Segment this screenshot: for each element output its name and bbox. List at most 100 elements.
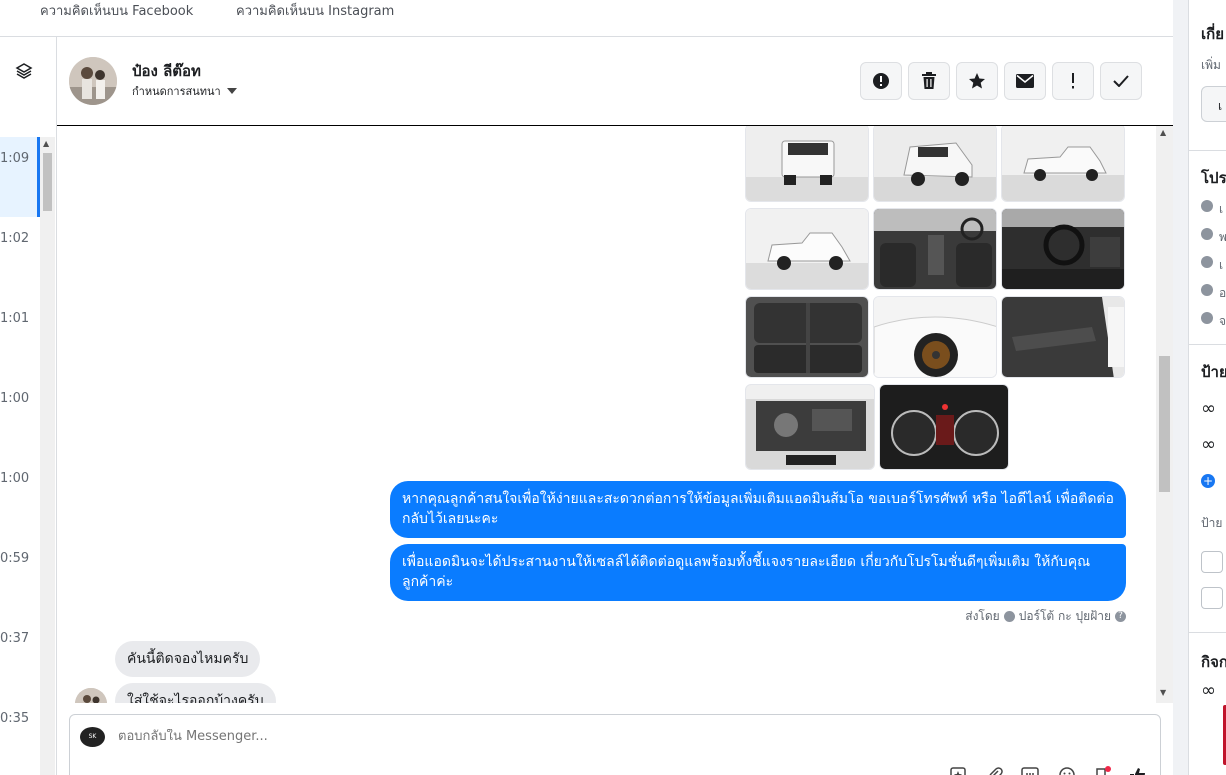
section-divider xyxy=(1189,632,1226,633)
conversation-time[interactable]: 0:35 xyxy=(0,711,29,726)
outgoing-message[interactable]: เพื่อแอดมินจะได้ประสานงานให้เซลล์ได้ติดต… xyxy=(390,544,1126,601)
car-photo-rear-angle[interactable] xyxy=(873,126,997,202)
star-icon xyxy=(969,73,985,89)
contact-name[interactable]: ป๋อง ลีต๊อท xyxy=(132,59,201,83)
section-divider xyxy=(1189,150,1226,151)
page-badge-icon xyxy=(1003,611,1015,622)
car-photo-side[interactable] xyxy=(745,208,869,290)
labels-heading: ป้าย xyxy=(1201,363,1226,381)
caret-down-icon xyxy=(226,88,237,94)
trash-icon xyxy=(922,72,936,89)
meta-icon: ∞ xyxy=(1201,398,1216,419)
location-icon xyxy=(1201,312,1213,324)
label-checkbox[interactable] xyxy=(1201,587,1223,609)
panel-divider xyxy=(1173,0,1188,775)
envelope-icon xyxy=(1016,74,1034,88)
profile-row: จ xyxy=(1219,314,1226,328)
contact-avatar[interactable] xyxy=(69,57,117,105)
profile-row: เ xyxy=(1219,258,1224,272)
profile-heading: โปร xyxy=(1201,169,1226,187)
spam-icon xyxy=(873,73,889,89)
sent-by-line: ส่งโดย ปอร์โต้ กะ ปุยฝ้าย ? xyxy=(965,607,1126,626)
work-icon xyxy=(1201,228,1213,240)
conversation-time[interactable]: 1:02 xyxy=(0,231,29,246)
page-logo: SK xyxy=(80,727,105,747)
mark-spam-button[interactable] xyxy=(860,62,902,100)
exclamation-icon xyxy=(1072,73,1074,89)
clock-icon xyxy=(1201,200,1213,212)
meta-icon: ∞ xyxy=(1201,434,1216,455)
add-details-text: เพิ่ม xyxy=(1201,58,1221,72)
comment-tabs: ความคิดเห็นบน Facebook ความคิดเห็นบน Ins… xyxy=(0,0,1173,37)
layers-icon[interactable] xyxy=(10,57,38,85)
list-scrollbar[interactable]: ▲ xyxy=(40,137,55,775)
activity-heading: กิจก xyxy=(1201,653,1226,671)
app-root: ความคิดเห็นบน Facebook ความคิดเห็นบน Ins… xyxy=(0,0,1226,775)
reply-input[interactable] xyxy=(118,729,818,744)
delete-button[interactable] xyxy=(908,62,950,100)
message-thread: หากคุณลูกค้าสนใจเพื่อให้ง่ายและสะดวกต่อก… xyxy=(57,126,1173,703)
car-photo-wheel[interactable] xyxy=(873,296,997,378)
tab-instagram-comments[interactable]: ความคิดเห็นบน Instagram xyxy=(236,0,394,21)
car-photo-dashboard[interactable] xyxy=(1001,208,1125,290)
assign-conversation-dropdown[interactable]: กำหนดการสนทนา xyxy=(132,82,237,100)
outgoing-message[interactable]: หากคุณลูกค้าสนใจเพื่อให้ง่ายและสะดวกต่อก… xyxy=(390,481,1126,538)
conversation-time[interactable]: 1:00 xyxy=(0,471,29,486)
education-icon xyxy=(1201,256,1213,268)
car-photo-door-panel[interactable] xyxy=(1001,296,1125,378)
incoming-message[interactable]: คันนี้ติดจองไหมครับ xyxy=(115,641,261,677)
selected-conversation[interactable] xyxy=(0,137,40,217)
sender-name: ปอร์โต้ กะ ปุยฝ้าย xyxy=(1018,609,1111,623)
help-icon[interactable]: ? xyxy=(1115,611,1126,622)
star-button[interactable] xyxy=(956,62,998,100)
profile-row: เ xyxy=(1219,202,1224,216)
car-photo-cabin[interactable] xyxy=(873,208,997,290)
section-divider xyxy=(1189,344,1226,345)
thumbs-up-icon[interactable] xyxy=(1128,765,1148,775)
car-photo-side-rear[interactable] xyxy=(1001,126,1125,202)
car-photo-gauges[interactable] xyxy=(879,384,1009,470)
car-photo-rear-seats[interactable] xyxy=(745,296,869,378)
contact-small-avatar xyxy=(75,688,107,703)
incoming-message[interactable]: ใส่ใช้จะไรออกบ้างครับ xyxy=(115,683,276,703)
conversation-time[interactable]: 1:00 xyxy=(0,391,29,406)
car-photo-rear[interactable] xyxy=(745,126,869,202)
payment-icon[interactable] xyxy=(1093,765,1113,775)
list-scrollbar-thumb[interactable] xyxy=(43,153,52,211)
mark-done-button[interactable] xyxy=(1100,62,1142,100)
labels-subheading: ป้าย xyxy=(1201,516,1223,530)
mark-unread-button[interactable] xyxy=(1004,62,1046,100)
chat-header: ป๋อง ลีต๊อท กำหนดการสนทนา xyxy=(57,37,1173,126)
car-photo-engine[interactable] xyxy=(745,384,875,470)
conversation-time[interactable]: 0:59 xyxy=(0,551,29,566)
assign-label: กำหนดการสนทนา xyxy=(132,85,221,98)
sent-by-prefix: ส่งโดย xyxy=(965,609,1000,623)
profile-row: พ xyxy=(1219,228,1226,247)
profile-row: อ xyxy=(1219,286,1226,300)
tab-facebook-comments[interactable]: ความคิดเห็นบน Facebook xyxy=(40,0,193,21)
reply-composer: SK xyxy=(69,714,1161,775)
conversation-list: 1:09 1:02 1:01 1:00 1:00 0:59 0:37 0:35 … xyxy=(0,37,57,775)
location-icon xyxy=(1201,284,1213,296)
scroll-down-arrow-icon[interactable]: ▼ xyxy=(1160,688,1166,697)
conversation-time[interactable]: 1:01 xyxy=(0,311,29,326)
quick-reply-icon[interactable] xyxy=(1020,765,1040,775)
attachment-icon[interactable] xyxy=(985,765,1005,775)
check-icon xyxy=(1113,75,1129,87)
scroll-up-arrow-icon[interactable]: ▲ xyxy=(1160,128,1166,137)
meta-icon: ∞ xyxy=(1201,680,1216,701)
edit-details-button[interactable]: เ xyxy=(1201,86,1226,122)
about-heading: เกี่ย xyxy=(1201,25,1224,43)
follow-up-button[interactable] xyxy=(1052,62,1094,100)
scroll-up-arrow-icon[interactable]: ▲ xyxy=(43,139,49,148)
add-label-icon[interactable]: + xyxy=(1201,474,1215,488)
conversation-times: 1:09 1:02 1:01 1:00 1:00 0:59 0:37 0:35 xyxy=(0,137,40,775)
thread-scrollbar[interactable]: ▲ ▼ xyxy=(1156,126,1173,703)
label-checkbox[interactable] xyxy=(1201,551,1223,573)
emoji-icon[interactable] xyxy=(1057,765,1077,775)
conversation-time[interactable]: 1:09 xyxy=(0,151,29,166)
contact-details-panel: เกี่ย เพิ่ม เ โปร เ พ เ อ จ ป้าย ∞ ∞ + ป… xyxy=(1188,0,1226,775)
conversation-time[interactable]: 0:37 xyxy=(0,631,29,646)
saved-reply-icon[interactable] xyxy=(948,765,968,775)
thread-scrollbar-thumb[interactable] xyxy=(1159,356,1170,492)
